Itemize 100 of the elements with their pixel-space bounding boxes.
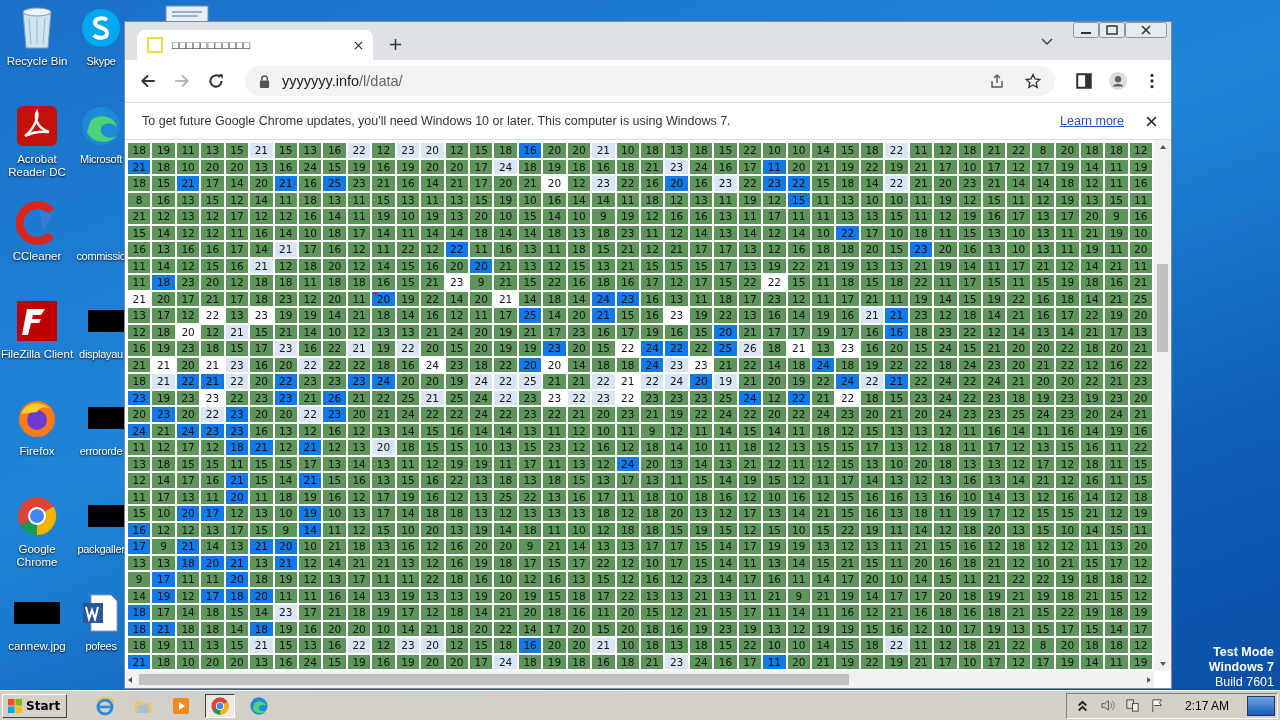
number-cell: 12 (1056, 456, 1079, 471)
number-cell: 23 (689, 390, 713, 405)
number-cell: 20 (1031, 374, 1055, 389)
desktop-icon-label[interactable]: displayau (79, 347, 123, 361)
number-cell: 13 (689, 506, 713, 521)
number-cell: 13 (152, 242, 175, 257)
number-cell: 10 (689, 440, 713, 455)
acrobat-icon[interactable] (15, 103, 59, 148)
number-cell: 15 (958, 341, 981, 356)
number-cell: 22 (1031, 572, 1055, 587)
number-cell: 15 (983, 275, 1006, 290)
number-cell: 18 (543, 291, 566, 306)
reload-icon[interactable] (207, 72, 225, 90)
desktop-icon-label[interactable]: CCleaner (12, 250, 62, 263)
side-panel-icon[interactable] (1075, 72, 1093, 90)
chevron-down-icon[interactable] (1041, 38, 1053, 46)
scrollbar-thumb[interactable] (1157, 264, 1168, 352)
number-cell: 13 (641, 473, 664, 488)
number-cell: 11 (983, 258, 1006, 273)
skype-icon[interactable] (79, 6, 123, 50)
number-cell: 18 (567, 242, 591, 257)
number-cell: 10 (763, 143, 786, 158)
desktop-icon-label[interactable]: packgaller (77, 542, 125, 556)
close-icon[interactable] (1125, 22, 1167, 38)
close-icon[interactable] (354, 40, 363, 50)
number-cell: 13 (347, 440, 371, 455)
flag-icon[interactable] (1149, 698, 1165, 713)
number-cell: 19 (274, 621, 297, 636)
number-cell: 22 (787, 176, 810, 191)
desktop-icon-label[interactable]: Recycle Bin (6, 55, 68, 68)
number-cell: 21 (274, 555, 297, 570)
desktop-icon-label[interactable]: Skype (86, 55, 116, 68)
restore-icon[interactable] (1099, 22, 1125, 38)
number-cell: 22 (836, 522, 859, 537)
desktop-icon-label[interactable]: cannew.jpg (8, 640, 66, 653)
number-cell: 19 (738, 192, 762, 207)
chrome-icon[interactable] (210, 695, 231, 716)
desktop-icon-label[interactable]: errororde (79, 445, 123, 458)
number-cell: 19 (1105, 225, 1128, 240)
number-cell: 14 (323, 555, 346, 570)
number-cell: 19 (470, 522, 493, 537)
vertical-scrollbar[interactable] (1154, 140, 1171, 671)
number-cell: 12 (518, 572, 542, 587)
desktop-icon-label[interactable]: Acrobat Reader DC (0, 152, 74, 179)
network-icon[interactable] (1124, 698, 1140, 713)
share-icon[interactable] (989, 73, 1005, 89)
speaker-icon[interactable] (1099, 698, 1115, 713)
show-desktop-button[interactable] (1247, 695, 1275, 716)
desktop-icon-label[interactable]: commissio (76, 250, 126, 263)
filezilla-icon[interactable] (15, 298, 59, 343)
desktop-icon-label[interactable]: pofees (85, 640, 117, 653)
number-cell: 11 (274, 192, 297, 207)
back-icon[interactable] (139, 72, 157, 90)
document-icon[interactable] (164, 4, 210, 22)
number-cell: 13 (592, 473, 615, 488)
new-tab-icon[interactable] (389, 38, 402, 51)
desktop-icon-label[interactable]: Firefox (19, 445, 55, 458)
start-button[interactable]: Start (2, 693, 68, 718)
minimize-icon[interactable] (1073, 22, 1099, 38)
number-cell: 11 (714, 192, 737, 207)
number-cell: 10 (396, 522, 420, 537)
desktop-icon-label[interactable]: Microsoft (80, 152, 122, 166)
number-cell: 13 (1031, 324, 1055, 339)
desktop-icon-label[interactable]: Google Chrome (0, 542, 74, 569)
close-icon[interactable] (1146, 115, 1157, 127)
number-cell: 11 (958, 572, 981, 587)
number-cell: 21 (983, 572, 1006, 587)
number-cell: 14 (421, 225, 444, 240)
number-cell: 17 (152, 308, 175, 323)
number-cell: 23 (128, 390, 151, 405)
star-icon[interactable] (1025, 73, 1041, 89)
learn-more-link[interactable]: Learn more (1060, 114, 1124, 128)
number-cell: 14 (567, 192, 591, 207)
clock[interactable]: 2:17 AM (1184, 698, 1229, 713)
horizontal-scrollbar[interactable] (125, 671, 1154, 688)
number-cell: 18 (152, 456, 175, 471)
number-cell: 9 (1105, 209, 1128, 224)
number-cell: 20 (763, 374, 786, 389)
number-cell: 12 (763, 456, 786, 471)
number-cell: 11 (543, 522, 566, 537)
number-cell: 11 (1056, 225, 1079, 240)
number-cell: 14 (909, 572, 933, 587)
number-cell: 11 (1129, 258, 1152, 273)
desktop-icon-label[interactable]: FileZilla Client (0, 347, 74, 361)
profile-icon[interactable] (1109, 72, 1127, 90)
address-bar[interactable]: yyyyyyy.info/l/data/ (245, 66, 1055, 96)
number-cell: 20 (860, 407, 884, 422)
number-cell: 22 (885, 143, 908, 158)
number-cell: 16 (616, 275, 639, 290)
number-cell: 17 (299, 242, 322, 257)
number-cell: 12 (176, 308, 200, 323)
redacted-thumbnail[interactable] (14, 602, 60, 624)
number-cell: 14 (763, 357, 786, 372)
number-cell: 11 (909, 638, 933, 653)
scrollbar-thumb[interactable] (139, 674, 849, 685)
number-cell: 12 (176, 225, 200, 240)
number-cell: 19 (396, 654, 420, 669)
browser-tab[interactable]: □□□□□□□□□□□ (137, 30, 373, 60)
taskbar-app[interactable] (205, 693, 236, 718)
lock-icon[interactable] (259, 74, 270, 88)
